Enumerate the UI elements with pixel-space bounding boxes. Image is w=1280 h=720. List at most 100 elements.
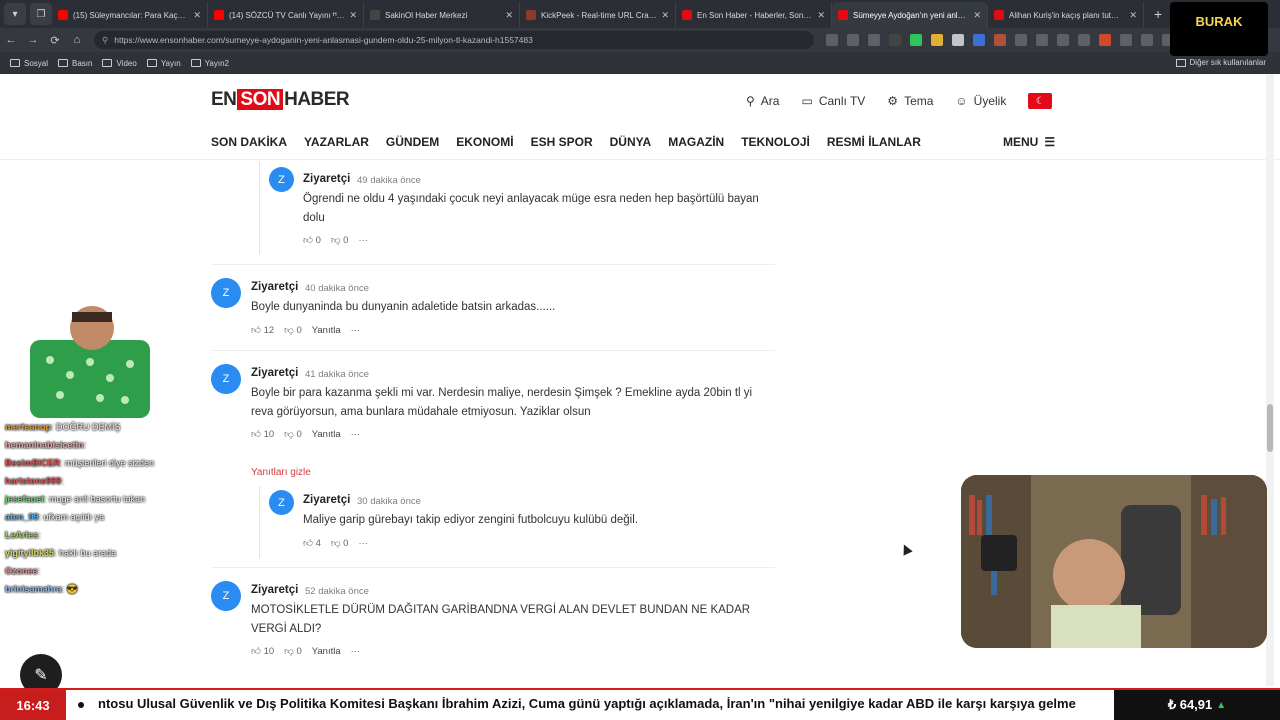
like-button[interactable]: 👍︎ 10 [251, 645, 274, 657]
new-tab-icon[interactable]: + [1154, 6, 1162, 22]
close-icon[interactable]: ✕ [505, 10, 513, 21]
close-icon[interactable]: ✕ [1129, 10, 1137, 21]
browser-tab[interactable]: (14) SÖZCÜ TV Canlı Yayını ᴴᴰ - Y ✕ [208, 2, 364, 28]
nav-item[interactable]: DÜNYA [610, 135, 652, 149]
hide-replies-link[interactable]: Yanıtları gizle [251, 467, 311, 478]
comment-separator [211, 350, 775, 351]
refresh-ext-icon[interactable] [1015, 34, 1027, 46]
more-options-icon[interactable]: ··· [358, 235, 368, 246]
zoom-icon[interactable] [826, 34, 838, 46]
dislike-button[interactable]: 👎︎ 0 [331, 537, 349, 549]
theme-button[interactable]: ⚙ Tema [887, 94, 933, 108]
site-info-icon[interactable]: ⚲ [102, 35, 108, 46]
other-bookmarks[interactable]: Diğer sık kullanılanlar [1175, 58, 1266, 67]
nav-item[interactable]: EKONOMİ [456, 135, 513, 149]
more-options-icon[interactable]: ··· [351, 429, 361, 440]
back-icon[interactable]: ← [0, 34, 22, 46]
health-icon[interactable] [1141, 34, 1153, 46]
like-count: 12 [263, 325, 275, 336]
close-icon[interactable]: ✕ [661, 10, 669, 21]
extension-blue-icon[interactable] [973, 34, 985, 46]
logo-en: EN [211, 89, 237, 110]
extension-dark-icon[interactable] [889, 34, 901, 46]
home-icon[interactable]: ⌂ [66, 34, 88, 46]
nav-item[interactable]: YAZARLAR [304, 135, 369, 149]
membership-label: Üyelik [973, 94, 1007, 108]
bookmark-folder[interactable]: Yayın2 [190, 59, 229, 68]
dislike-button[interactable]: 👎︎ 0 [331, 234, 349, 246]
extension-brown-icon[interactable] [994, 34, 1006, 46]
like-button[interactable]: 👍︎ 12 [251, 324, 274, 336]
page-scrollbar[interactable] [1266, 74, 1274, 686]
browser-tab[interactable]: KickPeek - Real-time URL Crawler ✕ [520, 2, 676, 28]
chat-colon: : [38, 530, 41, 540]
membership-button[interactable]: ☺ Üyelik [955, 94, 1006, 108]
workspaces-icon[interactable]: ❐ [30, 3, 52, 25]
dislike-button[interactable]: 👎︎ 0 [284, 428, 302, 440]
main-nav: SON DAKİKA YAZARLAR GÜNDEM EKONOMİ ESH SPOR D… [211, 135, 921, 149]
chat-colon: : [83, 440, 87, 450]
close-icon[interactable]: ✕ [973, 10, 981, 21]
browser-tab[interactable]: En Son Haber - Haberler, Son Da ✕ [676, 2, 832, 28]
reload-icon[interactable]: ⟳ [44, 34, 66, 47]
menu-button[interactable]: MENU ☰ [1003, 135, 1055, 149]
nav-item[interactable]: GÜNDEM [386, 135, 439, 149]
price-value: ₺ 64,91 [1167, 697, 1213, 712]
more-options-icon[interactable]: ··· [351, 325, 361, 336]
extension-yellow-icon[interactable] [931, 34, 943, 46]
search-button[interactable]: ⚲ Ara [746, 94, 779, 108]
browser-tab[interactable]: SakinOl Haber Merkezi ✕ [364, 2, 520, 28]
downloads-icon[interactable] [1099, 34, 1111, 46]
dislike-button[interactable]: 👎︎ 0 [284, 324, 302, 336]
dislike-button[interactable]: 👎︎ 0 [284, 645, 302, 657]
close-icon[interactable]: ✕ [817, 10, 825, 21]
live-tv-label: Canlı TV [818, 94, 866, 108]
bookmark-folder[interactable]: Basın [58, 59, 92, 68]
browser-tab[interactable]: Alihan Kuriş'in kaçış planı tutmadı ✕ [988, 2, 1144, 28]
browser-tab[interactable]: (15) Süleymancılar: Para Kaçakçılığı ✕ [52, 2, 208, 28]
more-options-icon[interactable]: ··· [358, 538, 368, 549]
split-view-icon[interactable] [1036, 34, 1048, 46]
collections-icon[interactable] [1078, 34, 1090, 46]
bookmark-folder[interactable]: Sosyal [10, 59, 48, 68]
more-options-icon[interactable]: ··· [351, 646, 361, 657]
browser-tab[interactable]: Sümeyye Aydoğan'ın yeni anlaşm ✕ [832, 2, 988, 28]
bookmark-folder[interactable]: Video [102, 59, 137, 68]
extensions-icon[interactable] [1120, 34, 1132, 46]
tab-favicon [526, 10, 536, 20]
reply-button[interactable]: Yanıtla [312, 646, 341, 657]
nav-item[interactable]: RESMİ İLANLAR [827, 135, 921, 149]
bookmark-folder[interactable]: Yayın [146, 59, 181, 68]
url-field[interactable]: ⚲ https://www.ensonhaber.com/sumeyye-ayd… [94, 31, 814, 49]
live-tv-button[interactable]: ▭ Canlı TV [801, 94, 865, 108]
search-icon: ⚲ [746, 94, 755, 108]
close-icon[interactable]: ✕ [193, 10, 201, 21]
nav-item[interactable]: SON DAKİKA [211, 135, 287, 149]
reply-button[interactable]: Yanıtla [312, 429, 341, 440]
favorites-list-icon[interactable] [1057, 34, 1069, 46]
scrollbar-thumb[interactable] [1267, 404, 1273, 452]
folder-icon [1175, 58, 1186, 67]
tab-search-chevron-icon[interactable]: ▾ [4, 3, 26, 25]
extension-green-icon[interactable] [910, 34, 922, 46]
forward-icon[interactable]: → [22, 34, 44, 46]
site-logo[interactable]: EN SON HABER [211, 89, 350, 111]
currency-price: ₺ 64,91 ▲ [1114, 690, 1280, 720]
nav-item[interactable]: ESH SPOR [531, 135, 593, 149]
extension-grey-icon[interactable] [952, 34, 964, 46]
avatar: Z [211, 364, 241, 394]
turkey-flag-icon[interactable]: ☾ [1028, 93, 1053, 109]
favorite-star-icon[interactable] [868, 34, 880, 46]
comment-author: Ziyaretçi [251, 367, 299, 379]
nav-item[interactable]: MAGAZİN [668, 135, 724, 149]
like-button[interactable]: 👍︎ 4 [303, 537, 321, 549]
close-icon[interactable]: ✕ [349, 10, 357, 21]
like-button[interactable]: 👍︎ 0 [303, 234, 321, 246]
reader-icon[interactable] [847, 34, 859, 46]
folder-icon [146, 59, 157, 67]
avatar: Z [269, 490, 294, 515]
tv-icon: ▭ [801, 94, 813, 108]
reply-button[interactable]: Yanıtla [312, 325, 341, 336]
like-button[interactable]: 👍︎ 10 [251, 428, 274, 440]
nav-item[interactable]: TEKNOLOJİ [741, 135, 810, 149]
